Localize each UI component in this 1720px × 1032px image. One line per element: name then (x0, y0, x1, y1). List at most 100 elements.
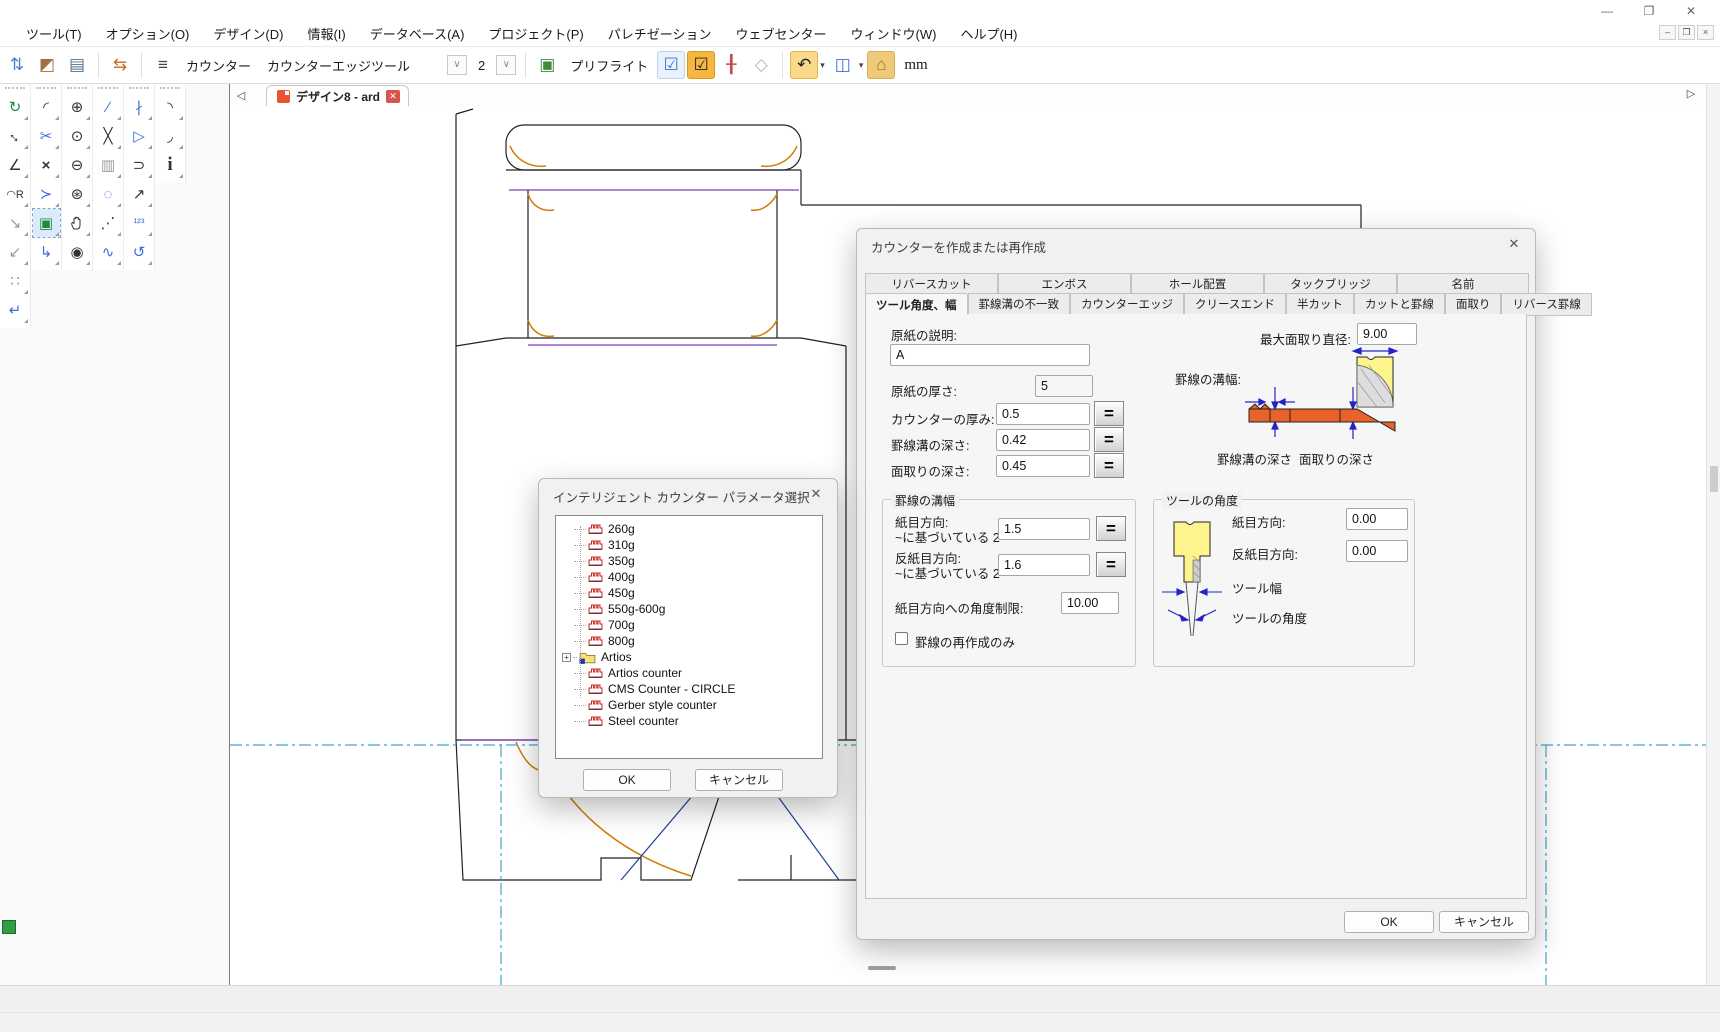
board-desc-input[interactable] (890, 344, 1090, 366)
vertical-scrollbar-thumb[interactable] (1710, 466, 1718, 492)
stamp-tool-icon[interactable]: ◩ (33, 51, 61, 79)
pan-hand-tool[interactable] (64, 209, 91, 237)
line-tool[interactable]: ∕ (95, 93, 122, 121)
tab-close-button[interactable]: ✕ (386, 90, 400, 103)
sequence-curve-tool[interactable]: ¹²³ (126, 209, 153, 237)
tree-item-cms-counter-circle[interactable]: CMS Counter - CIRCLE (574, 681, 822, 697)
stair-step-tool[interactable]: ↳ (33, 238, 60, 266)
menu-tools[interactable]: ツール(T) (14, 22, 94, 47)
ray-lines-tool[interactable]: ⋰ (95, 209, 122, 237)
tab-emboss[interactable]: エンボス (998, 273, 1131, 295)
tree-item-800g[interactable]: 800g (574, 633, 822, 649)
groove-depth-input[interactable] (996, 429, 1090, 451)
tab-reverse-crease[interactable]: リバース罫線 (1501, 293, 1591, 316)
counter-dialog-close-icon[interactable]: ✕ (1505, 235, 1523, 253)
panels-icon[interactable]: ◫ (829, 51, 857, 79)
grid-align-icon[interactable]: ╂ (717, 51, 745, 79)
tab-chamfer[interactable]: 面取り (1445, 293, 1502, 316)
cross-groove-width-input[interactable] (998, 554, 1090, 576)
layers-icon[interactable]: ≡ (149, 51, 177, 79)
print-preview-tool[interactable]: ◉ (64, 238, 91, 266)
tree-item-artios-folder[interactable]: +Artios (562, 649, 822, 665)
counter-dialog-cancel-button[interactable]: キャンセル (1439, 911, 1529, 933)
tree-item-gerber-style-counter[interactable]: Gerber style counter (574, 697, 822, 713)
circle-tool[interactable]: ◌ (95, 180, 122, 208)
cut-line-tool[interactable]: ✂ (33, 122, 60, 150)
palette-grip[interactable] (67, 87, 87, 92)
counter-thickness-input[interactable] (996, 403, 1090, 425)
angle-limit-input[interactable] (1061, 592, 1119, 614)
window-minimize-button[interactable]: — (1586, 0, 1628, 22)
horizontal-scrollbar-thumb[interactable] (868, 966, 896, 970)
cross-groove-equals-button[interactable]: = (1096, 552, 1126, 577)
tree-item-450g[interactable]: 450g (574, 585, 822, 601)
arrowhead-tool[interactable]: ≻ (33, 180, 60, 208)
parameter-dialog-ok-button[interactable]: OK (583, 769, 671, 791)
cross-lines-tool[interactable]: ╳ (95, 122, 122, 150)
tab-scroll-left-icon[interactable]: ◁ (230, 86, 252, 106)
recreate-crease-checkbox[interactable] (895, 632, 908, 645)
menu-window[interactable]: ウィンドウ(W) (839, 22, 949, 47)
chamfer-depth-equals-button[interactable]: = (1094, 453, 1124, 478)
menu-database[interactable]: データベース(A) (358, 22, 477, 47)
checklist-blue-icon[interactable]: ☑ (657, 51, 685, 79)
move-copy-tool[interactable]: ↘ (2, 209, 29, 237)
parameter-dialog-cancel-button[interactable]: キャンセル (695, 769, 783, 791)
palette-grip[interactable] (36, 87, 56, 92)
panels-dropdown-icon[interactable]: ▾ (859, 60, 864, 71)
layer-combo-left[interactable]: ∨ (447, 55, 467, 75)
tab-half-cut[interactable]: 半カット (1286, 293, 1354, 316)
hook-curve-tool[interactable]: ↺ (126, 238, 153, 266)
paste-arrange-icon[interactable]: ⇅ (3, 51, 31, 79)
move-point-tool[interactable]: ↔ (2, 122, 29, 150)
move-layout-tool[interactable]: ∷ (2, 267, 29, 295)
palette-grip[interactable] (98, 87, 118, 92)
tab-counter-edge[interactable]: カウンターエッジ (1070, 293, 1184, 316)
zoom-region-tool[interactable]: ⊙ (64, 122, 91, 150)
counter-dialog-ok-button[interactable]: OK (1344, 911, 1434, 933)
preflight-clipboard-icon[interactable]: ▣ (533, 51, 561, 79)
grain-groove-width-input[interactable] (998, 518, 1090, 540)
zoom-extents-tool[interactable]: ⊛ (64, 180, 91, 208)
menu-webcenter[interactable]: ウェブセンター (724, 22, 839, 47)
groove-depth-equals-button[interactable]: = (1094, 427, 1124, 452)
menu-palletization[interactable]: パレチゼーション (596, 22, 724, 47)
tab-crease-end[interactable]: クリースエンド (1184, 293, 1286, 316)
tab-cut-and-crease[interactable]: カットと罫線 (1354, 293, 1445, 316)
menu-options[interactable]: オプション(O) (94, 22, 202, 47)
tree-item-400g[interactable]: 400g (574, 569, 822, 585)
tab-name[interactable]: 名前 (1397, 273, 1529, 295)
tab-reverse-cut[interactable]: リバースカット (865, 273, 998, 295)
fillet-corner-tool[interactable]: ◜ (33, 93, 60, 121)
grain-groove-equals-button[interactable]: = (1096, 516, 1126, 541)
palette-grip[interactable] (160, 87, 180, 92)
board-thickness-field[interactable] (1035, 375, 1093, 397)
menu-project[interactable]: プロジェクト(P) (476, 22, 595, 47)
menu-design[interactable]: デザイン(D) (201, 22, 295, 47)
parameter-dialog-close-icon[interactable]: ✕ (807, 485, 825, 503)
rotate-measure-tool[interactable]: ↻ (2, 93, 29, 121)
angle-measure-tool[interactable]: ∠ (2, 151, 29, 179)
checklist-user-icon[interactable]: ☑ (687, 51, 715, 79)
fit-diamond-icon[interactable]: ◇ (747, 51, 775, 79)
palette-grip[interactable] (129, 87, 149, 92)
tab-hole-placement[interactable]: ホール配置 (1131, 273, 1264, 295)
window-restore-button[interactable]: ❐ (1628, 0, 1670, 22)
tree-item-steel-counter[interactable]: Steel counter (574, 713, 822, 729)
profile-plot-icon[interactable]: ⌂ (867, 51, 895, 79)
node-curve-tool-b[interactable]: ◞ (157, 122, 184, 150)
curve-tool[interactable]: ∿ (95, 238, 122, 266)
tab-groove-mismatch[interactable]: 罫線溝の不一致 (968, 293, 1071, 316)
offset-line-tool[interactable]: ∤ (126, 93, 153, 121)
node-curve-tool-a[interactable]: ◝ (157, 93, 184, 121)
mdi-minimize-button[interactable]: – (1659, 25, 1676, 40)
info-tool[interactable]: i (157, 151, 184, 179)
tree-item-310g[interactable]: 310g (574, 537, 822, 553)
tab-scroll-right-icon[interactable]: ▷ (1680, 84, 1702, 104)
document-tab[interactable]: デザイン8 - ard ✕ (266, 85, 409, 106)
zoom-out-tool[interactable]: ⊖ (64, 151, 91, 179)
tab-tack-bridge[interactable]: タックブリッジ (1264, 273, 1397, 295)
chamfer-depth-input[interactable] (996, 455, 1090, 477)
tree-item-260g[interactable]: 260g (574, 521, 822, 537)
tree-item-700g[interactable]: 700g (574, 617, 822, 633)
